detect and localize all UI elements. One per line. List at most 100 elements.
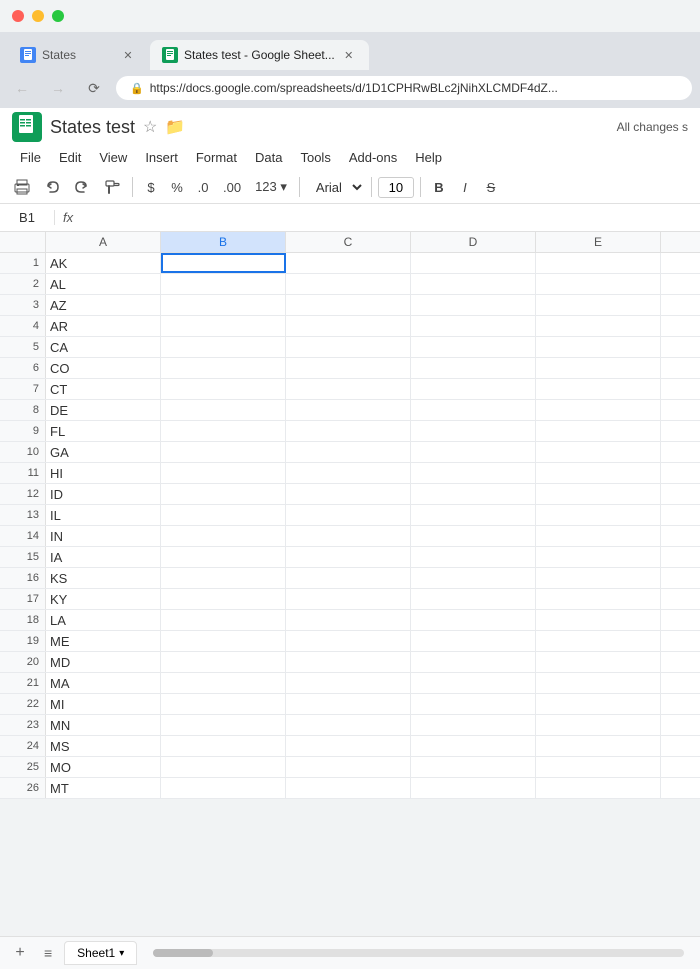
cell-25-D[interactable]: [411, 757, 536, 777]
cell-24-E[interactable]: [536, 736, 661, 756]
cell-15-C[interactable]: [286, 547, 411, 567]
cell-3-A[interactable]: AZ: [46, 295, 161, 315]
cell-22-A[interactable]: MI: [46, 694, 161, 714]
cell-9-D[interactable]: [411, 421, 536, 441]
menu-tools[interactable]: Tools: [292, 146, 338, 169]
cell-8-E[interactable]: [536, 400, 661, 420]
cell-6-C[interactable]: [286, 358, 411, 378]
cell-4-D[interactable]: [411, 316, 536, 336]
cell-14-B[interactable]: [161, 526, 286, 546]
cell-13-A[interactable]: IL: [46, 505, 161, 525]
cell-17-E[interactable]: [536, 589, 661, 609]
cell-15-B[interactable]: [161, 547, 286, 567]
cell-25-E[interactable]: [536, 757, 661, 777]
cell-12-D[interactable]: [411, 484, 536, 504]
cell-20-C[interactable]: [286, 652, 411, 672]
col-header-b[interactable]: B: [161, 232, 286, 252]
cell-11-B[interactable]: [161, 463, 286, 483]
cell-22-C[interactable]: [286, 694, 411, 714]
cell-13-C[interactable]: [286, 505, 411, 525]
cell-16-A[interactable]: KS: [46, 568, 161, 588]
cell-reference[interactable]: B1: [0, 210, 55, 225]
cell-14-C[interactable]: [286, 526, 411, 546]
cell-13-E[interactable]: [536, 505, 661, 525]
forward-button[interactable]: →: [44, 74, 72, 102]
cell-12-A[interactable]: ID: [46, 484, 161, 504]
cell-18-B[interactable]: [161, 610, 286, 630]
cell-19-D[interactable]: [411, 631, 536, 651]
doc-title[interactable]: States test: [50, 117, 135, 138]
cell-4-B[interactable]: [161, 316, 286, 336]
redo-button[interactable]: [68, 175, 96, 199]
col-header-c[interactable]: C: [286, 232, 411, 252]
cell-5-E[interactable]: [536, 337, 661, 357]
cell-16-E[interactable]: [536, 568, 661, 588]
cell-20-A[interactable]: MD: [46, 652, 161, 672]
minimize-button[interactable]: [32, 10, 44, 22]
cell-8-D[interactable]: [411, 400, 536, 420]
back-button[interactable]: ←: [8, 74, 36, 102]
cell-3-D[interactable]: [411, 295, 536, 315]
menu-addons[interactable]: Add-ons: [341, 146, 405, 169]
menu-file[interactable]: File: [12, 146, 49, 169]
cell-2-C[interactable]: [286, 274, 411, 294]
cell-9-B[interactable]: [161, 421, 286, 441]
cell-23-E[interactable]: [536, 715, 661, 735]
cell-15-A[interactable]: IA: [46, 547, 161, 567]
strikethrough-button[interactable]: S: [479, 176, 503, 199]
font-select[interactable]: Arial: [306, 176, 365, 199]
cell-1-D[interactable]: [411, 253, 536, 273]
cell-9-E[interactable]: [536, 421, 661, 441]
cell-17-A[interactable]: KY: [46, 589, 161, 609]
scrollbar-thumb[interactable]: [153, 949, 213, 957]
cell-4-E[interactable]: [536, 316, 661, 336]
paint-format-button[interactable]: [98, 175, 126, 199]
cell-6-A[interactable]: CO: [46, 358, 161, 378]
cell-16-B[interactable]: [161, 568, 286, 588]
reload-button[interactable]: ⟳: [80, 74, 108, 102]
cell-2-B[interactable]: [161, 274, 286, 294]
menu-edit[interactable]: Edit: [51, 146, 89, 169]
cell-6-D[interactable]: [411, 358, 536, 378]
star-icon[interactable]: ☆: [143, 117, 157, 137]
cell-21-E[interactable]: [536, 673, 661, 693]
close-button[interactable]: [12, 10, 24, 22]
cell-5-B[interactable]: [161, 337, 286, 357]
col-header-e[interactable]: E: [536, 232, 661, 252]
cell-26-D[interactable]: [411, 778, 536, 798]
cell-15-D[interactable]: [411, 547, 536, 567]
cell-23-A[interactable]: MN: [46, 715, 161, 735]
cell-11-E[interactable]: [536, 463, 661, 483]
print-button[interactable]: [8, 175, 36, 199]
cell-18-A[interactable]: LA: [46, 610, 161, 630]
cell-19-A[interactable]: ME: [46, 631, 161, 651]
cell-13-D[interactable]: [411, 505, 536, 525]
cell-8-A[interactable]: DE: [46, 400, 161, 420]
cell-8-B[interactable]: [161, 400, 286, 420]
cell-13-B[interactable]: [161, 505, 286, 525]
cell-22-D[interactable]: [411, 694, 536, 714]
italic-button[interactable]: I: [453, 176, 477, 199]
col-header-a[interactable]: A: [46, 232, 161, 252]
cell-14-D[interactable]: [411, 526, 536, 546]
cell-12-C[interactable]: [286, 484, 411, 504]
cell-3-E[interactable]: [536, 295, 661, 315]
cell-21-C[interactable]: [286, 673, 411, 693]
percent-button[interactable]: %: [165, 176, 189, 199]
cell-14-A[interactable]: IN: [46, 526, 161, 546]
tab-sheets-close[interactable]: ✕: [341, 47, 357, 63]
cell-10-E[interactable]: [536, 442, 661, 462]
cell-7-B[interactable]: [161, 379, 286, 399]
cell-5-D[interactable]: [411, 337, 536, 357]
cell-26-C[interactable]: [286, 778, 411, 798]
cell-10-B[interactable]: [161, 442, 286, 462]
cell-20-B[interactable]: [161, 652, 286, 672]
cell-20-D[interactable]: [411, 652, 536, 672]
cell-6-E[interactable]: [536, 358, 661, 378]
cell-24-B[interactable]: [161, 736, 286, 756]
menu-help[interactable]: Help: [407, 146, 450, 169]
decimal-more-button[interactable]: .00: [217, 176, 247, 199]
cell-26-E[interactable]: [536, 778, 661, 798]
cell-23-C[interactable]: [286, 715, 411, 735]
cell-11-C[interactable]: [286, 463, 411, 483]
